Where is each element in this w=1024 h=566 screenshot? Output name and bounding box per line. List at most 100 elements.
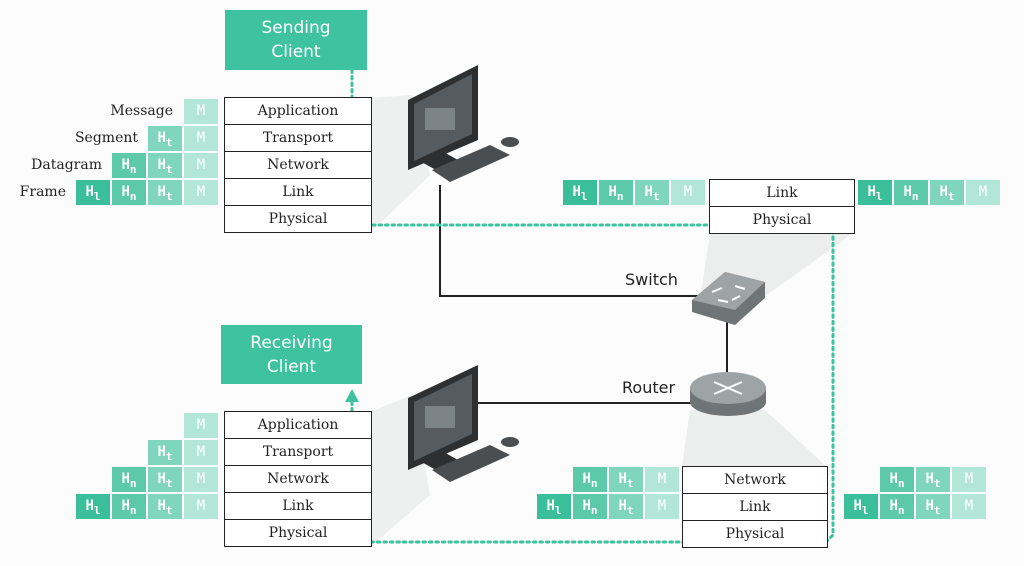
message-block: M: [184, 467, 218, 492]
transport-header-block: Ht: [635, 180, 669, 205]
link-header-block: Hl: [844, 494, 878, 519]
header-subscript: n: [616, 189, 624, 203]
layer-transport: Transport: [225, 125, 371, 152]
header-letter: H: [572, 184, 581, 200]
layer-link: Link: [225, 179, 371, 206]
header-subscript: l: [861, 503, 869, 517]
header-subscript: n: [590, 503, 598, 517]
layer-application: Application: [225, 98, 371, 125]
layer-network: Network: [683, 467, 827, 494]
network-header-block: Hn: [573, 494, 607, 519]
switch-icon: [692, 272, 765, 325]
header-subscript: t: [933, 503, 941, 517]
segment-label: Segment: [74, 130, 138, 146]
router-beam: [682, 410, 826, 466]
header-letter: H: [867, 184, 876, 200]
message-block: M: [184, 413, 218, 438]
header-letter: H: [608, 184, 617, 200]
network-layers-diagram: Sending Client Receiving Client Applicat…: [0, 0, 1024, 566]
header-letter: M: [657, 498, 667, 514]
receiving-computer-icon: [408, 365, 519, 482]
network-header-block: Hn: [112, 467, 146, 492]
layer-network: Network: [225, 466, 371, 493]
layer-link: Link: [683, 494, 827, 521]
header-letter: M: [683, 184, 693, 200]
header-subscript: l: [875, 189, 883, 203]
header-letter: M: [196, 471, 206, 487]
network-header-block: Hn: [880, 494, 914, 519]
layer-physical: Physical: [725, 526, 785, 542]
header-letter: H: [157, 157, 166, 173]
header-letter: M: [196, 157, 206, 173]
message-block: M: [966, 180, 1000, 205]
network-header-block: Hn: [112, 153, 146, 178]
receiving-protocol-stack: Application Transport Network Link Physi…: [224, 411, 372, 547]
message-block: M: [671, 180, 705, 205]
link-header-block: Hl: [563, 180, 597, 205]
frame-label: Frame: [19, 184, 66, 200]
header-letter: H: [157, 130, 166, 146]
header-letter: H: [121, 471, 130, 487]
header-letter: H: [925, 498, 934, 514]
header-subscript: t: [165, 449, 173, 463]
message-block: M: [184, 180, 218, 205]
transport-header-block: Ht: [148, 494, 182, 519]
message-block: M: [952, 494, 986, 519]
layer-network: Network: [225, 152, 371, 179]
header-letter: H: [889, 498, 898, 514]
header-letter: H: [903, 184, 912, 200]
header-subscript: l: [554, 503, 562, 517]
layer-physical: Physical: [268, 525, 328, 541]
header-letter: H: [582, 498, 591, 514]
header-subscript: n: [897, 476, 905, 490]
network-header-block: Hn: [112, 494, 146, 519]
header-subscript: n: [897, 503, 905, 517]
message-block: M: [184, 153, 218, 178]
link-header-block: Hl: [858, 180, 892, 205]
link-header-block: Hl: [76, 494, 110, 519]
header-subscript: l: [93, 189, 101, 203]
datagram-label: Datagram: [31, 157, 102, 173]
sending-client-title: Sending Client: [225, 10, 367, 70]
header-subscript: t: [165, 476, 173, 490]
header-subscript: t: [626, 476, 634, 490]
switch-label: Switch: [625, 270, 678, 289]
header-subscript: n: [129, 476, 137, 490]
header-letter: H: [644, 184, 653, 200]
message-label: Message: [110, 103, 173, 119]
header-letter: H: [85, 498, 94, 514]
receiving-client-title: Receiving Client: [221, 325, 362, 384]
router-protocol-stack: Network Link Physical: [682, 466, 828, 548]
layer-link: Link: [225, 493, 371, 520]
message-block: M: [952, 467, 986, 492]
header-letter: M: [657, 471, 667, 487]
transport-header-block: Ht: [148, 126, 182, 151]
transport-header-block: Ht: [148, 180, 182, 205]
header-letter: H: [889, 471, 898, 487]
transport-header-block: Ht: [148, 153, 182, 178]
layer-application: Application: [225, 412, 371, 439]
header-letter: M: [196, 184, 206, 200]
header-letter: H: [121, 157, 130, 173]
header-subscript: t: [652, 189, 660, 203]
link-header-block: Hl: [76, 180, 110, 205]
header-subscript: t: [165, 503, 173, 517]
switch-protocol-stack: Link Physical: [709, 179, 855, 234]
layer-transport: Transport: [225, 439, 371, 466]
header-letter: H: [157, 184, 166, 200]
transport-header-block: Ht: [916, 494, 950, 519]
link-header-block: Hl: [537, 494, 571, 519]
network-header-block: Hn: [599, 180, 633, 205]
header-subscript: t: [165, 189, 173, 203]
transport-header-block: Ht: [148, 440, 182, 465]
header-letter: H: [582, 471, 591, 487]
header-letter: H: [157, 471, 166, 487]
message-block: M: [184, 440, 218, 465]
header-subscript: n: [590, 476, 598, 490]
transport-header-block: Ht: [930, 180, 964, 205]
header-subscript: n: [129, 162, 137, 176]
message-block: M: [184, 494, 218, 519]
header-subscript: l: [580, 189, 588, 203]
message-block: M: [184, 99, 218, 124]
network-header-block: Hn: [573, 467, 607, 492]
